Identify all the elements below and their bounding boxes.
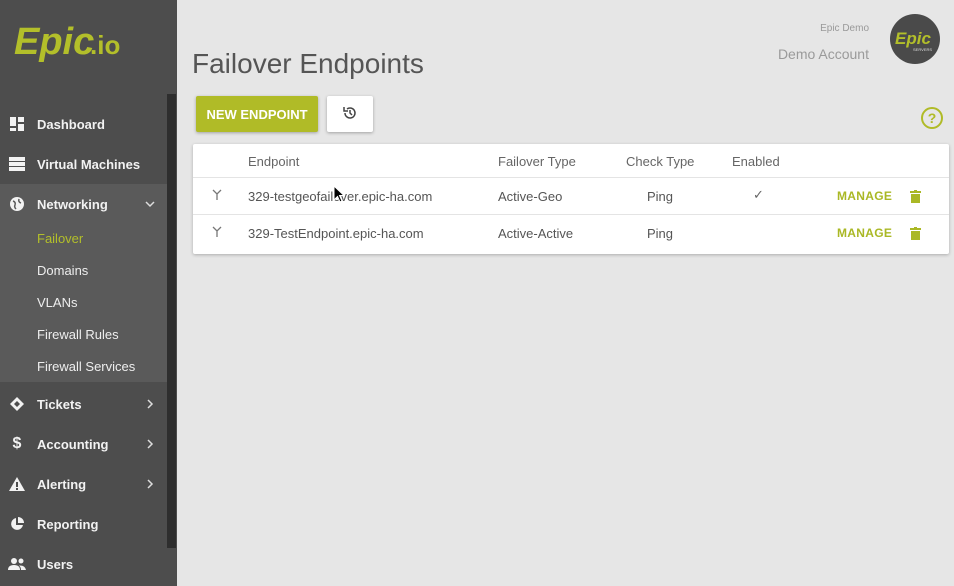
chevron-right-icon [145,478,155,490]
help-icon[interactable]: ? [920,106,944,130]
check-type-cell: Ping [647,189,674,204]
failover-type-cell: Active-Geo [498,189,563,204]
manage-button[interactable]: MANAGE [837,189,892,203]
dashboard-icon [8,115,26,133]
account-org: Epic Demo [820,23,869,34]
history-button[interactable] [327,96,373,132]
mouse-cursor-icon [333,184,346,203]
users-icon [8,555,26,573]
svg-text:Epic: Epic [14,21,94,63]
sidebar: Epic .io Dashboard Virtual Machines Netw… [0,0,177,586]
sidebar-item-label: Reporting [37,516,99,532]
sidebar-item-alerting[interactable]: Alerting [0,464,167,504]
sidebar-item-users[interactable]: Users [0,544,167,584]
sidebar-subitem-label: Domains [37,262,89,278]
sidebar-subitem-label: Firewall Rules [37,326,119,342]
sidebar-item-label: Virtual Machines [37,156,141,172]
column-header-endpoint[interactable]: Endpoint [248,154,299,169]
sidebar-item-label: Users [37,556,74,572]
trash-icon[interactable] [910,227,921,240]
endpoints-table: Endpoint Failover Type Check Type Enable… [193,144,949,254]
avatar[interactable]: Epic SERVERS [890,14,940,64]
sidebar-item-label: Accounting [37,436,109,452]
enabled-check-icon: ✓ [753,187,764,202]
ticket-icon [8,395,26,413]
main-content: Failover Endpoints Epic Demo Demo Accoun… [177,0,954,586]
sidebar-item-reporting[interactable]: Reporting [0,504,167,544]
sidebar-subitem-label: Failover [37,230,84,246]
endpoint-cell: 329-TestEndpoint.epic-ha.com [248,226,424,241]
trash-icon[interactable] [910,190,921,203]
sidebar-item-networking[interactable]: Networking [0,184,167,224]
merge-icon [211,225,223,237]
dollar-icon: $ [12,435,22,452]
column-header-check-type[interactable]: Check Type [626,154,694,169]
sidebar-subitem-failover[interactable]: Failover [0,222,167,254]
sidebar-subitem-label: Firewall Services [37,358,136,374]
sidebar-subitem-domains[interactable]: Domains [0,254,167,286]
svg-text:Epic: Epic [895,29,931,48]
sidebar-item-tickets[interactable]: Tickets [0,384,167,424]
failover-type-cell: Active-Active [498,226,574,241]
new-endpoint-button[interactable]: NEW ENDPOINT [196,96,318,132]
epic-io-logo[interactable]: Epic .io [12,10,132,74]
column-header-failover-type[interactable]: Failover Type [498,154,576,169]
manage-button[interactable]: MANAGE [837,226,892,240]
sidebar-subitem-firewall-services[interactable]: Firewall Services [0,350,167,382]
table-row[interactable]: 329-testgeofailover.epic-ha.com Active-G… [193,177,949,214]
globe-icon [8,195,26,213]
sidebar-subitem-firewall-rules[interactable]: Firewall Rules [0,318,167,350]
account-name[interactable]: Demo Account [778,46,869,62]
sidebar-subitem-vlans[interactable]: VLANs [0,286,167,318]
sidebar-scrollbar[interactable] [167,94,176,548]
sidebar-item-label: Dashboard [37,116,105,132]
chevron-right-icon [145,438,155,450]
warning-icon [8,475,26,493]
svg-text:SERVERS: SERVERS [913,47,932,52]
history-icon [342,105,358,124]
sidebar-item-virtual-machines[interactable]: Virtual Machines [0,144,167,184]
sidebar-item-label: Alerting [37,476,87,492]
table-row[interactable]: 329-TestEndpoint.epic-ha.com Active-Acti… [193,214,949,251]
svg-text:.io: .io [90,30,120,60]
pie-chart-icon [8,515,26,533]
server-icon [8,155,26,173]
chevron-right-icon [145,398,155,410]
sidebar-subitem-label: VLANs [37,294,78,310]
sidebar-item-accounting[interactable]: $ Accounting [0,424,167,464]
page-title: Failover Endpoints [192,48,424,79]
column-header-enabled[interactable]: Enabled [732,154,780,169]
svg-text:?: ? [928,110,937,126]
sidebar-item-dashboard[interactable]: Dashboard [0,104,167,144]
check-type-cell: Ping [647,226,674,241]
merge-icon [211,188,223,200]
sidebar-item-label: Tickets [37,396,82,412]
chevron-down-icon [145,198,155,210]
sidebar-item-label: Networking [37,196,108,212]
